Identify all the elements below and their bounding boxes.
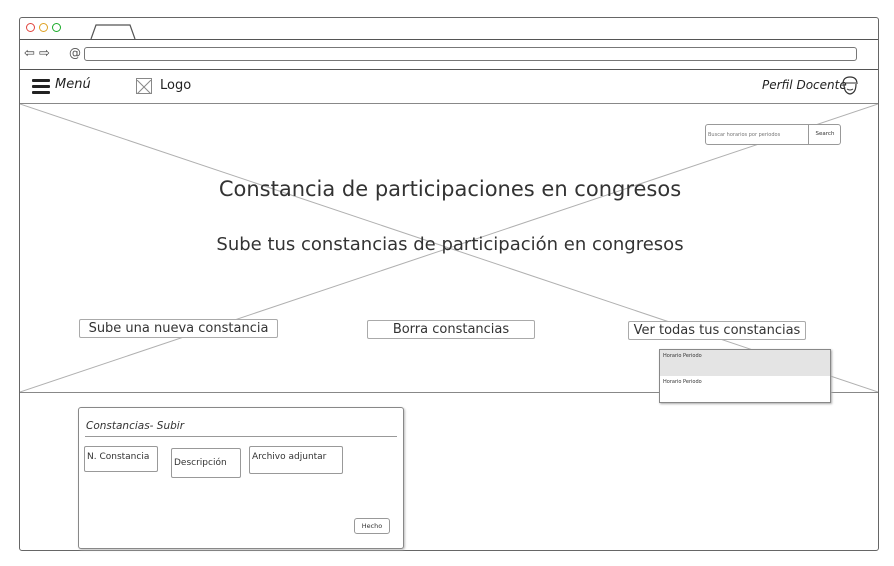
page-title: Constancia de participaciones en congres… [218, 177, 682, 201]
address-at-icon: @ [69, 46, 81, 60]
browser-navbar: ⇦ ⇨ @ [20, 39, 878, 70]
hero-banner: Search Constancia de participaciones en … [20, 104, 878, 403]
image-placeholder-icon [136, 78, 152, 95]
description-field[interactable]: Descripción [171, 448, 241, 478]
certificate-number-field[interactable]: N. Constancia [84, 446, 158, 472]
search-button[interactable]: Search [808, 125, 841, 144]
view-all-certificates-button[interactable]: Ver todas tus constancias [628, 321, 806, 340]
forward-arrow-icon[interactable]: ⇨ [39, 47, 50, 60]
delete-certificates-button[interactable]: Borra constancias [367, 320, 535, 339]
logo-label: Logo [160, 78, 192, 93]
dropdown-option[interactable]: Horario Periodo [660, 350, 830, 376]
hamburger-icon[interactable] [32, 79, 50, 94]
back-arrow-icon[interactable]: ⇦ [24, 47, 35, 60]
close-window-icon[interactable] [26, 23, 35, 32]
browser-tab[interactable] [90, 24, 136, 39]
upload-certificate-button[interactable]: Sube una nueva constancia [79, 319, 278, 338]
panel-divider [85, 436, 397, 437]
browser-titlebar [20, 18, 878, 40]
schedule-search: Search [705, 124, 841, 145]
app-header: Menú Logo Perfil Docente [20, 69, 878, 104]
profile-link[interactable]: Perfil Docente [762, 78, 847, 92]
user-avatar-icon[interactable] [840, 75, 860, 97]
upload-panel: Constancias- Subir N. Constancia Descrip… [78, 407, 404, 549]
panel-title: Constancias- Subir [86, 420, 185, 432]
attachment-field[interactable]: Archivo adjuntar [249, 446, 343, 474]
dropdown-option[interactable]: Horario Periodo [660, 376, 830, 402]
page-subtitle: Sube tus constancias de participación en… [216, 234, 684, 255]
menu-label[interactable]: Menú [55, 77, 91, 92]
url-bar[interactable] [84, 47, 857, 61]
browser-window: ⇦ ⇨ @ Menú Logo Perfil Docente Search [19, 17, 879, 551]
minimize-window-icon[interactable] [39, 23, 48, 32]
maximize-window-icon[interactable] [52, 23, 61, 32]
period-dropdown: Horario Periodo Horario Periodo [659, 349, 831, 403]
done-button[interactable]: Hecho [354, 518, 390, 534]
search-input[interactable] [706, 125, 808, 144]
